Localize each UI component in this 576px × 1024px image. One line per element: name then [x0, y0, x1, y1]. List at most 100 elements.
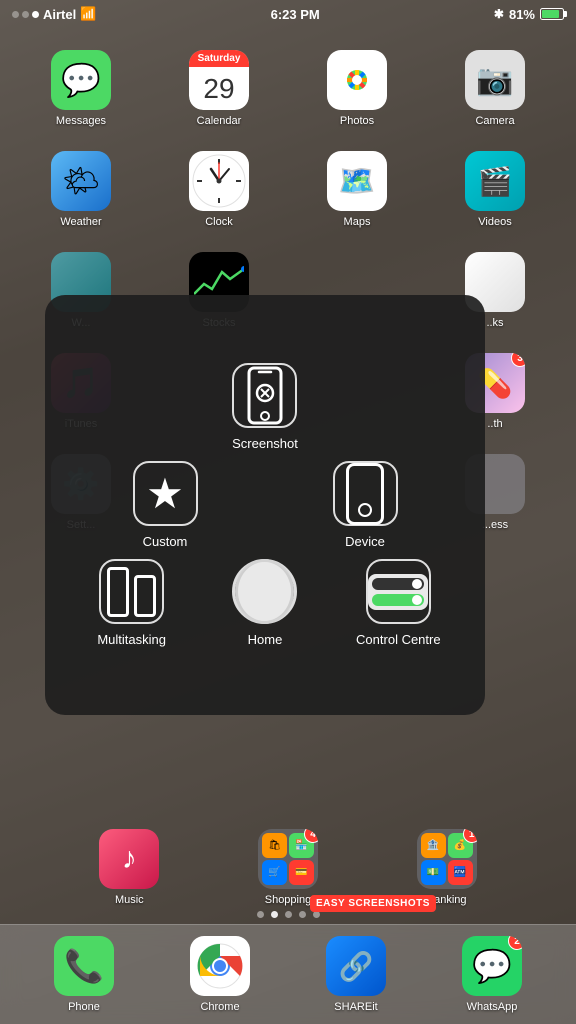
calendar-icon: Saturday 29 [189, 50, 249, 110]
app-videos[interactable]: 🎬 Videos [426, 143, 564, 236]
app-weather[interactable]: 🌤 Weather [12, 143, 150, 236]
th-badge: 3 [511, 353, 525, 367]
shareit-label: SHAREit [334, 1001, 377, 1013]
camera-icon: 📷 [465, 50, 525, 110]
wifi-icon: 📶 [80, 6, 96, 22]
battery-box [540, 8, 564, 20]
maps-icon: 🗺️ [327, 151, 387, 211]
page-dot-1[interactable] [257, 911, 264, 918]
music-icon: ♪ [99, 829, 159, 889]
page-dot-5[interactable] [313, 911, 320, 918]
screenshot-label: Screenshot [232, 436, 298, 451]
camera-label: Camera [475, 115, 514, 127]
signal-dot-2 [22, 11, 29, 18]
app-maps[interactable]: 🗺️ Maps [288, 143, 426, 236]
dock-whatsapp[interactable]: 💬 2 WhatsApp [458, 928, 526, 1021]
access-label: ...ess [482, 519, 508, 531]
menu-item-control-centre[interactable]: Control Centre [332, 559, 465, 647]
app-calendar[interactable]: Saturday 29 Calendar [150, 42, 288, 135]
battery-percent: 81% [509, 7, 535, 22]
calendar-label: Calendar [197, 115, 242, 127]
carrier-name: Airtel [43, 7, 76, 22]
chrome-icon [190, 936, 250, 996]
bluetooth-icon: ✱ [494, 7, 504, 21]
messages-icon: 💬 [51, 50, 111, 110]
weather-label: Weather [60, 216, 101, 228]
clock-label: Clock [205, 216, 233, 228]
menu-item-home[interactable]: Home [198, 559, 331, 647]
signal-dot-1 [12, 11, 19, 18]
home-circle-graphic [235, 559, 294, 624]
phone-label: Phone [68, 1001, 100, 1013]
videos-icon: 🎬 [465, 151, 525, 211]
menu-item-device[interactable]: Device [265, 461, 465, 549]
multitask-graphic [107, 567, 156, 617]
control-centre-icon [366, 559, 431, 624]
page-dots [0, 911, 576, 918]
menu-screenshot-row: Screenshot [65, 363, 465, 451]
phone-icon: 📞 [54, 936, 114, 996]
device-icon [333, 461, 398, 526]
custom-icon: ★ [133, 461, 198, 526]
messages-label: Messages [56, 115, 106, 127]
app-clock[interactable]: Clock [150, 143, 288, 236]
home-label: Home [248, 632, 283, 647]
dock-shareit[interactable]: 🔗 SHAREit [322, 928, 390, 1021]
device-phone-graphic [346, 463, 384, 525]
photos-icon [327, 50, 387, 110]
assistive-touch-menu: Screenshot ★ Custom Device Multit [45, 295, 485, 715]
shopping-icon: 🛍 🏪 🛒 💳 4 [258, 829, 318, 889]
menu-item-multitasking[interactable]: Multitasking [65, 559, 198, 647]
multitasking-icon [99, 559, 164, 624]
dock: 📞 Phone Chrome 🔗 [0, 924, 576, 1024]
banking-icon: 🏦 💰 💵 🏧 1 [417, 829, 477, 889]
whatsapp-icon: 💬 2 [462, 936, 522, 996]
status-time: 6:23 PM [271, 7, 320, 22]
menu-item-screenshot[interactable]: Screenshot [232, 363, 298, 451]
toggle-row-2 [372, 594, 424, 606]
home-icon [232, 559, 297, 624]
shareit-icon: 🔗 [326, 936, 386, 996]
screenshot-icon [232, 363, 297, 428]
star-icon: ★ [146, 469, 184, 518]
menu-bottom-row: Multitasking Home Control Centre [65, 559, 465, 647]
menu-item-custom[interactable]: ★ Custom [65, 461, 265, 549]
page-dot-3[interactable] [285, 911, 292, 918]
control-centre-label: Control Centre [356, 632, 441, 647]
app-camera[interactable]: 📷 Camera [426, 42, 564, 135]
multitask-card-1 [107, 567, 129, 617]
app-music[interactable]: ♪ Music [95, 821, 163, 914]
th-label: ..th [487, 418, 502, 430]
dock-phone[interactable]: 📞 Phone [50, 928, 118, 1021]
page-dot-4[interactable] [299, 911, 306, 918]
toggle-row-1 [372, 578, 424, 590]
bottom-app-row: ♪ Music 🛍 🏪 🛒 💳 4 Shopping 🏦 [0, 821, 576, 919]
page-dot-2[interactable] [271, 911, 278, 918]
calendar-day: 29 [189, 67, 249, 110]
toggle-graphic [368, 574, 428, 610]
clock-icon [189, 151, 249, 211]
dock-chrome[interactable]: Chrome [186, 928, 254, 1021]
music-label: Music [115, 894, 144, 906]
app-messages[interactable]: 💬 Messages [12, 42, 150, 135]
menu-middle-row: ★ Custom Device [65, 461, 465, 549]
status-right: ✱ 81% [494, 7, 564, 22]
signal-dot-3 [32, 11, 39, 18]
ks-label: ..ks [486, 317, 503, 329]
calendar-month: Saturday [189, 50, 249, 67]
multitask-card-2 [134, 575, 156, 617]
photos-label: Photos [340, 115, 374, 127]
custom-label: Custom [143, 534, 188, 549]
device-label: Device [345, 534, 385, 549]
status-bar: Airtel 📶 6:23 PM ✱ 81% [0, 0, 576, 28]
signal-indicator [12, 11, 39, 18]
battery-fill [542, 10, 559, 18]
app-photos[interactable]: Photos [288, 42, 426, 135]
easy-screenshots-banner: EASY SCREENSHOTS [310, 895, 436, 912]
battery-indicator [540, 8, 564, 20]
weather-icon: 🌤 [51, 151, 111, 211]
chrome-label: Chrome [200, 1001, 239, 1013]
multitasking-label: Multitasking [97, 632, 166, 647]
whatsapp-label: WhatsApp [467, 1001, 518, 1013]
maps-label: Maps [344, 216, 371, 228]
